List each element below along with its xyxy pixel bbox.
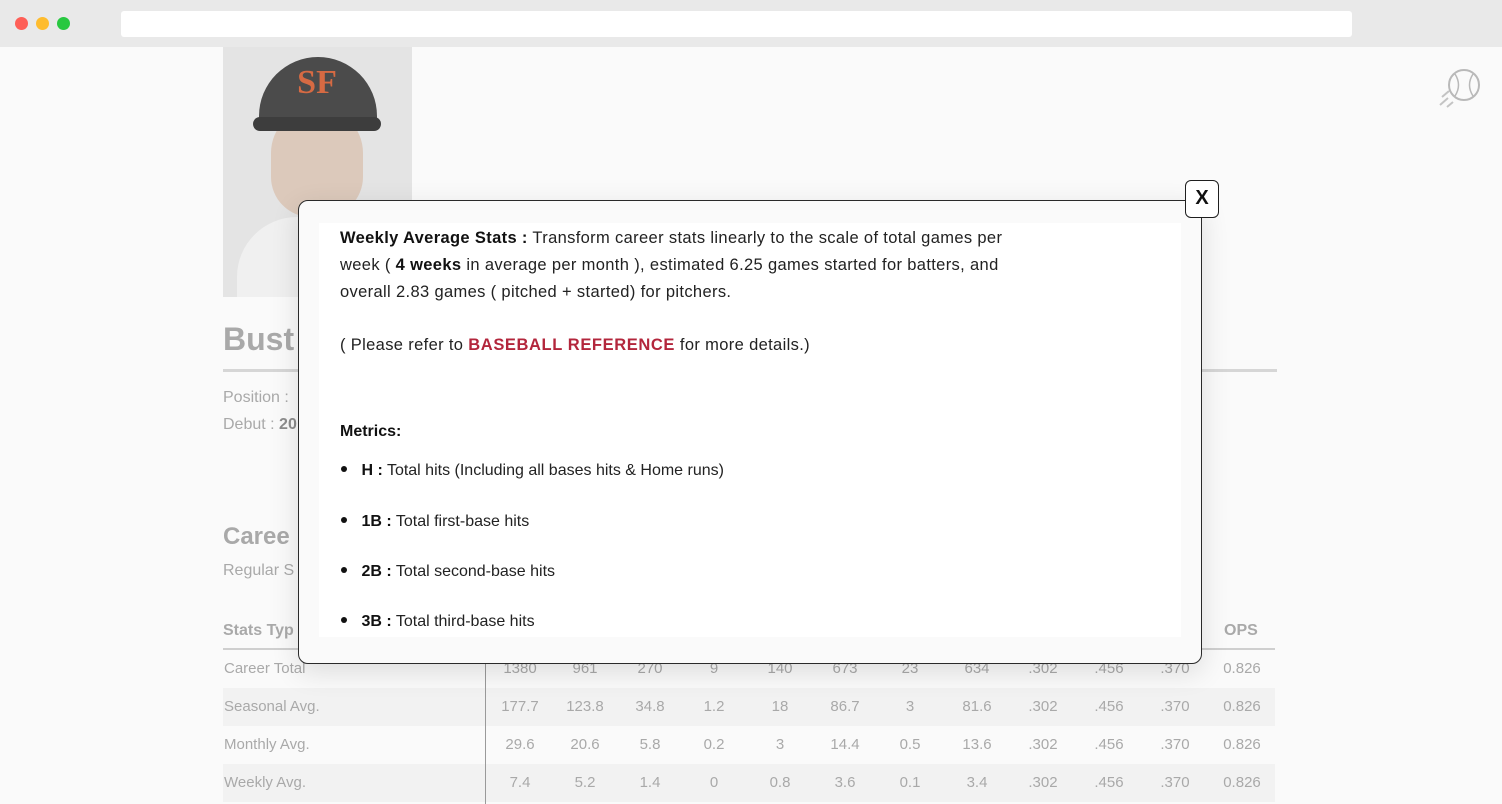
metrics-title: Metrics: — [340, 423, 402, 440]
table-row: Weekly Avg. 7.4 5.2 1.4 0 0.8 3.6 0.1 3.4 .302 .45… — [223, 764, 1275, 802]
table-cell: .456 — [1094, 698, 1124, 715]
table-cell: .370 — [1160, 736, 1190, 753]
table-cell: 0.8 — [769, 774, 791, 791]
table-cell: 5.8 — [639, 736, 661, 753]
table-cell: .456 — [1094, 736, 1124, 753]
metric-term: 2B : — [361, 563, 392, 580]
refer-suffix: for more details.) — [679, 336, 810, 354]
modal-content: Weekly Average Stats : Transform career … — [319, 223, 1181, 637]
table-cell: 34.8 — [635, 698, 665, 715]
debut-label: Debut : — [223, 416, 275, 433]
player-name: Bust — [223, 321, 295, 357]
table-cell: 123.8 — [566, 698, 604, 715]
table-cell: 3.6 — [834, 774, 856, 791]
table-cell: .370 — [1160, 774, 1190, 791]
metric-desc: Total third-base hits — [395, 613, 535, 630]
row-label: Weekly Avg. — [224, 774, 306, 791]
career-subtitle: Regular S — [223, 562, 295, 579]
metric-item: 2B : Total second-base hits — [340, 563, 555, 581]
table-cell: 0.826 — [1223, 698, 1261, 715]
table-cell: 0.2 — [703, 736, 725, 753]
metric-term: 1B : — [361, 513, 392, 530]
debut-value: 20 — [279, 416, 297, 433]
table-cell: .456 — [1094, 774, 1124, 791]
table-cell: 177.7 — [501, 698, 539, 715]
table-cell: 5.2 — [574, 774, 596, 791]
intro-text-2b: in average per month ), estimated 6.25 g… — [466, 256, 999, 274]
table-cell: 0.826 — [1223, 774, 1261, 791]
bullet-icon — [341, 466, 347, 473]
intro-text-2a: week ( — [340, 256, 391, 274]
intro-bold: 4 weeks — [395, 256, 462, 274]
metric-term: 3B : — [361, 613, 392, 630]
table-cell: .302 — [1028, 736, 1058, 753]
info-modal: Weekly Average Stats : Transform career … — [298, 200, 1202, 664]
bullet-icon — [341, 567, 347, 574]
row-label: Monthly Avg. — [224, 736, 310, 753]
intro-line-1: Weekly Average Stats : Transform career … — [340, 229, 1002, 248]
table-cell: 0.826 — [1223, 736, 1261, 753]
metric-item: H : Total hits (Including all bases hits… — [340, 462, 724, 480]
bullet-icon — [341, 617, 347, 624]
window-minimize-dot[interactable] — [36, 17, 49, 30]
table-cell: 18 — [771, 698, 789, 715]
table-cell: 0.826 — [1223, 660, 1261, 677]
table-cell: 3.4 — [966, 774, 988, 791]
baseball-reference-link[interactable]: BASEBALL REFERENCE — [468, 336, 675, 354]
row-label: Seasonal Avg. — [224, 698, 320, 715]
reference-line: ( Please refer to BASEBALL REFERENCE for… — [340, 336, 810, 355]
metric-desc: Total first-base hits — [395, 513, 530, 530]
table-cell: 1.2 — [703, 698, 725, 715]
table-cell: .302 — [1028, 698, 1058, 715]
table-cell: .370 — [1160, 698, 1190, 715]
team-logo: SF — [297, 64, 337, 101]
table-cell: 20.6 — [570, 736, 600, 753]
intro-text-1: Transform career stats linearly to the s… — [532, 229, 1003, 247]
table-cell: 29.6 — [505, 736, 535, 753]
table-cell: 14.4 — [830, 736, 860, 753]
position-label: Position : — [223, 389, 289, 406]
table-row: Seasonal Avg. 177.7 123.8 34.8 1.2 18 86.7 3 81.… — [223, 688, 1275, 726]
table-cell: 7.4 — [509, 774, 531, 791]
career-title: Caree — [223, 523, 290, 550]
debut-row: Debut : 20 — [223, 416, 297, 434]
ops-header: OPS — [1224, 622, 1258, 639]
table-cell: 0.1 — [899, 774, 921, 791]
window-maximize-dot[interactable] — [57, 17, 70, 30]
table-column-divider — [485, 650, 486, 804]
table-cell: 13.6 — [962, 736, 992, 753]
table-cell: 0.5 — [899, 736, 921, 753]
row-label: Career Total — [224, 660, 306, 677]
stats-type-header: Stats Typ — [223, 622, 294, 639]
table-cell: 0 — [709, 774, 719, 791]
browser-toolbar — [0, 0, 1502, 47]
metric-desc: Total second-base hits — [395, 563, 556, 580]
table-cell: 3 — [775, 736, 785, 753]
intro-line-3: overall 2.83 games ( pitched + started) … — [340, 283, 732, 301]
metric-term: H : — [361, 462, 383, 479]
refer-prefix: ( Please refer to — [340, 336, 464, 354]
table-cell: 81.6 — [962, 698, 992, 715]
intro-title: Weekly Average Stats : — [340, 229, 528, 247]
intro-line-2: week ( 4 weeks in average per month ), e… — [340, 256, 999, 275]
address-bar[interactable] — [121, 11, 1352, 37]
table-cell: 1.4 — [639, 774, 661, 791]
metric-item: 3B : Total third-base hits — [340, 613, 535, 631]
close-button[interactable]: X — [1185, 180, 1219, 218]
table-row: Monthly Avg. 29.6 20.6 5.8 0.2 3 14.4 0.5 13.6 .3… — [223, 726, 1275, 764]
table-cell: 3 — [905, 698, 915, 715]
bullet-icon — [341, 517, 347, 524]
metric-item: 1B : Total first-base hits — [340, 513, 529, 531]
baseball-icon[interactable] — [1438, 65, 1484, 111]
table-cell: .302 — [1028, 774, 1058, 791]
window-close-dot[interactable] — [15, 17, 28, 30]
metric-desc: Total hits (Including all bases hits & H… — [386, 462, 724, 479]
table-cell: 86.7 — [830, 698, 860, 715]
